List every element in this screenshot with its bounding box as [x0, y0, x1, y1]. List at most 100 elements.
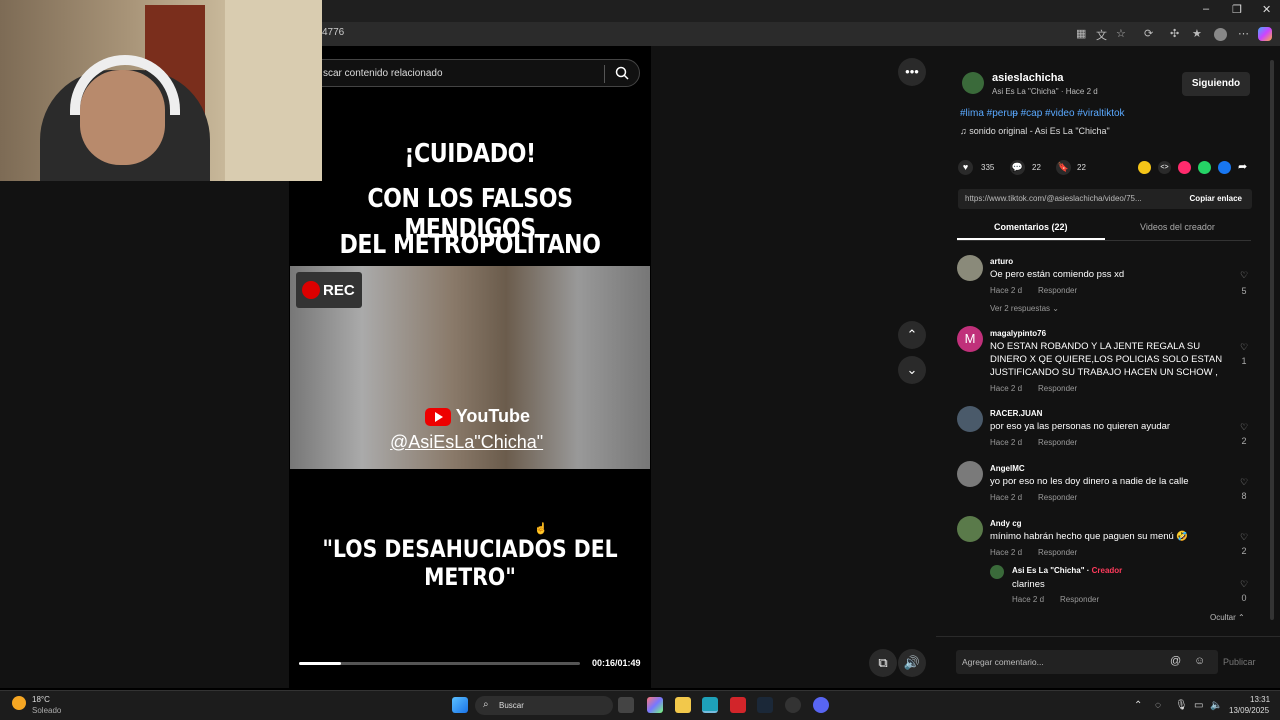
- weather-sun-icon[interactable]: [12, 696, 26, 710]
- comment-username[interactable]: arturo: [990, 257, 1013, 266]
- comment-username[interactable]: Andy cg: [990, 519, 1022, 528]
- share-arrow-icon[interactable]: ➦: [1238, 161, 1251, 174]
- video-caption-line-1: ¡CUIDADO!: [404, 139, 536, 169]
- steam-icon[interactable]: [757, 697, 773, 713]
- discord-icon[interactable]: [813, 697, 829, 713]
- facebook-icon[interactable]: [1218, 161, 1231, 174]
- clock-time: 13:31: [1250, 695, 1271, 704]
- reply-text: clarines: [1012, 579, 1045, 590]
- reply-button[interactable]: Responder: [1038, 438, 1077, 447]
- publish-button[interactable]: Publicar: [1223, 657, 1256, 667]
- heart-icon[interactable]: ♡: [1237, 579, 1251, 590]
- avatar[interactable]: M: [957, 326, 983, 352]
- mention-icon[interactable]: @: [1170, 655, 1181, 667]
- view-replies-button[interactable]: Ver 2 respuestas ⌄: [990, 304, 1059, 313]
- heart-icon[interactable]: ♡: [1237, 477, 1251, 488]
- app-icon[interactable]: [785, 697, 801, 713]
- wps-icon[interactable]: [730, 697, 746, 713]
- avatar[interactable]: [957, 255, 983, 281]
- hashtags[interactable]: #lima #peruᵽ #cap #video #viraltiktok: [960, 108, 1125, 119]
- favorite-star-icon[interactable]: ☆: [1116, 27, 1126, 40]
- display-icon[interactable]: ▭: [1194, 700, 1203, 711]
- copilot-icon[interactable]: [1258, 27, 1272, 41]
- reply-username[interactable]: Asi Es La "Chicha": [1012, 566, 1085, 575]
- reply-button[interactable]: Responder: [1038, 493, 1077, 502]
- comment-icon[interactable]: 💬: [1010, 160, 1025, 175]
- heart-icon[interactable]: ♡: [1237, 422, 1251, 433]
- video-progress-bar[interactable]: [299, 662, 580, 665]
- reply-button[interactable]: Responder: [1038, 384, 1077, 393]
- menu-dots-icon[interactable]: ⋯: [1238, 27, 1249, 40]
- avatar[interactable]: [957, 516, 983, 542]
- url-text[interactable]: 4776: [322, 27, 344, 38]
- share-emoji-icon[interactable]: [1138, 161, 1151, 174]
- volume-button[interactable]: 🔊: [898, 649, 926, 677]
- search-input[interactable]: scar contenido relacionado: [323, 68, 443, 79]
- translate-icon[interactable]: 文: [1096, 27, 1107, 43]
- comment-time: Hace 2 d: [990, 548, 1023, 557]
- heart-icon[interactable]: ♡: [1237, 342, 1251, 353]
- avatar-letter: M: [964, 331, 976, 346]
- comment-input-placeholder: Agregar comentario...: [962, 657, 1044, 667]
- hide-replies-button[interactable]: Ocultar ⌃: [1210, 613, 1245, 622]
- close-window-button[interactable]: ✕: [1262, 3, 1271, 16]
- tray-app-icon[interactable]: ◌: [1155, 700, 1161, 711]
- heart-icon[interactable]: ♡: [1237, 532, 1251, 543]
- extension-icon[interactable]: ✣: [1170, 27, 1179, 40]
- taskbar: 18°C Soleado 13:31 13/09/2025: [0, 690, 1280, 720]
- author-subtitle: Asi Es La "Chicha" · Hace 2 d: [992, 87, 1098, 96]
- avatar[interactable]: [957, 461, 983, 487]
- emoji-icon[interactable]: ☺: [1194, 655, 1205, 667]
- previous-video-button[interactable]: ⌃: [898, 321, 926, 349]
- reply-button[interactable]: Responder: [1060, 595, 1099, 604]
- edge-icon[interactable]: [702, 697, 718, 713]
- follow-button[interactable]: Siguiendo: [1182, 72, 1250, 96]
- minimize-button[interactable]: –: [1203, 3, 1209, 15]
- heart-icon[interactable]: ♡: [1237, 270, 1251, 281]
- tab-separator: [957, 240, 1251, 241]
- next-video-button[interactable]: ⌄: [898, 356, 926, 384]
- tab-creator-videos[interactable]: Videos del creador: [1140, 222, 1215, 232]
- like-icon[interactable]: ♥: [958, 160, 973, 175]
- comment-text: Oe pero están comiendo pss xd: [990, 269, 1125, 280]
- pip-button[interactable]: ⧉: [869, 649, 897, 677]
- task-view-icon[interactable]: [618, 697, 634, 713]
- comment-username[interactable]: RACER.JUAN: [990, 409, 1042, 418]
- reply-author[interactable]: Asi Es La "Chicha" · Creador: [1012, 566, 1122, 575]
- comment-username[interactable]: AngelMC: [990, 464, 1025, 473]
- speaker-icon[interactable]: 🔈: [1210, 700, 1222, 711]
- tab-comments[interactable]: Comentarios (22): [994, 222, 1068, 232]
- search-box[interactable]: scar contenido relacionado: [300, 59, 640, 87]
- avatar[interactable]: [990, 565, 1004, 579]
- profile-avatar[interactable]: [1214, 28, 1227, 41]
- author-avatar[interactable]: [962, 72, 984, 94]
- sound-link[interactable]: ♫ sonido original - Asi Es La "Chicha": [960, 126, 1110, 136]
- reply-button[interactable]: Responder: [1038, 286, 1077, 295]
- more-options-button[interactable]: •••: [898, 58, 926, 86]
- microphone-icon[interactable]: 🎙: [1175, 700, 1188, 711]
- whatsapp-icon[interactable]: [1198, 161, 1211, 174]
- comments-scrollbar[interactable]: [1270, 60, 1274, 620]
- tray-chevron-icon[interactable]: ⌃: [1134, 700, 1142, 711]
- copilot-taskbar-icon[interactable]: [647, 697, 663, 713]
- taskbar-search[interactable]: ⌕ Buscar: [475, 696, 613, 715]
- avatar[interactable]: [957, 406, 983, 432]
- comment-input[interactable]: Agregar comentario... @ ☺: [956, 650, 1218, 674]
- share-app-icon[interactable]: [1178, 161, 1191, 174]
- video-side-area: [651, 46, 936, 688]
- maximize-button[interactable]: ❐: [1232, 3, 1242, 16]
- author-name[interactable]: asieslachicha: [992, 72, 1064, 84]
- windows-start-icon[interactable]: [452, 697, 468, 713]
- video-link[interactable]: https://www.tiktok.com/@asieslachicha/vi…: [965, 194, 1173, 203]
- comment-like-count: 2: [1241, 436, 1247, 446]
- refresh-icon[interactable]: ⟳: [1144, 27, 1153, 40]
- copy-link-button[interactable]: Copiar enlace: [1190, 194, 1242, 203]
- comment-username[interactable]: magalypinto76: [990, 329, 1046, 338]
- grid-icon[interactable]: ▦: [1076, 27, 1086, 40]
- bookmark-icon[interactable]: 🔖: [1056, 160, 1071, 175]
- reply-button[interactable]: Responder: [1038, 548, 1077, 557]
- favorites-icon[interactable]: ★: [1192, 27, 1202, 40]
- file-explorer-icon[interactable]: [675, 697, 691, 713]
- embed-icon[interactable]: <>: [1158, 161, 1171, 174]
- search-icon[interactable]: [615, 66, 629, 80]
